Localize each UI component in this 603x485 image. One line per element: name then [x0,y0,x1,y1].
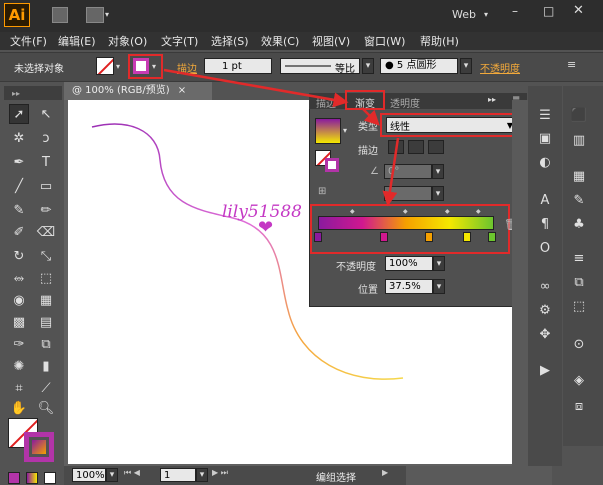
horizontal-scrollbar[interactable] [406,466,552,485]
artboard-number-field[interactable]: 1 [160,468,196,482]
chevron-down-icon[interactable]: ▾ [196,468,208,482]
zoom-field[interactable]: 100% [72,468,106,482]
status-menu-icon[interactable]: ▶ [382,468,388,477]
first-artboard-icon[interactable]: ⏮ ◀ [124,468,140,478]
chevron-down-icon[interactable]: ▾ [106,468,118,482]
artboard-number: 1 [164,469,171,481]
vertical-scrollbar[interactable] [512,100,528,466]
zoom-value: 100% [76,469,105,481]
next-artboard-icon[interactable]: ▶ ⏭ [212,468,228,478]
current-tool-label: 编组选择 [316,473,356,484]
